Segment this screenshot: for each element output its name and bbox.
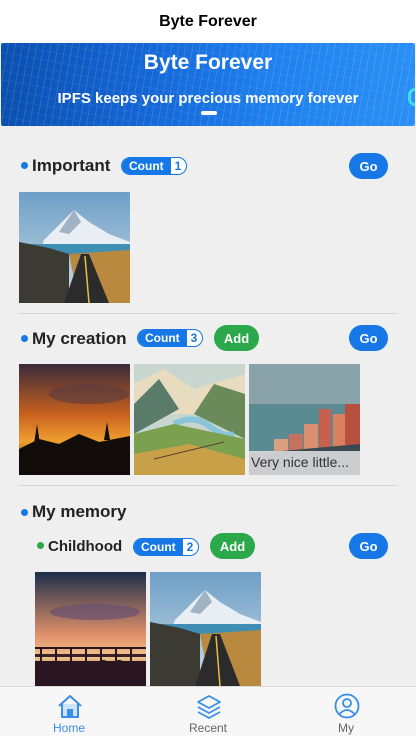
section-title: My creation	[32, 329, 127, 348]
tab-label: Recent	[188, 721, 228, 735]
tab-label: Home	[52, 721, 85, 735]
section-divider	[18, 485, 398, 486]
image-caption: Very nice little...	[249, 451, 360, 475]
banner-subtitle: IPFS keeps your precious memory forever	[57, 90, 359, 107]
go-button[interactable]: Go	[349, 533, 388, 559]
banner-carousel[interactable]: Byte Forever IPFS keeps your precious me…	[1, 43, 415, 126]
count-value: 2	[186, 540, 194, 554]
section-title: Important	[32, 156, 111, 175]
count-label: Count	[134, 539, 183, 555]
tab-recent[interactable]: Recent	[139, 687, 277, 736]
subsection-title: Childhood	[48, 538, 123, 555]
photo-thumbnail[interactable]	[134, 364, 245, 475]
count-label: Count	[138, 330, 187, 346]
bottom-tab-bar: Home Recent My	[0, 686, 416, 736]
photo-thumbnail[interactable]: Very nice little...	[249, 364, 360, 475]
carousel-indicator[interactable]	[201, 111, 217, 115]
count-badge: Count 2	[133, 538, 200, 556]
next-slide-peek	[408, 88, 415, 106]
add-button[interactable]: Add	[210, 533, 255, 559]
mountain-road-image	[150, 572, 261, 686]
go-button[interactable]: Go	[349, 153, 388, 179]
valley-painting-image	[134, 364, 245, 475]
photo-thumbnail[interactable]	[19, 192, 130, 303]
photo-thumbnail[interactable]	[150, 572, 261, 686]
home-icon	[58, 695, 82, 718]
go-button[interactable]: Go	[349, 325, 388, 351]
count-label: Count	[122, 158, 171, 174]
tab-home[interactable]: Home	[0, 687, 138, 736]
tab-my[interactable]: My	[277, 687, 415, 736]
banner-title: Byte Forever	[143, 51, 273, 74]
count-badge: Count 3	[137, 329, 204, 347]
section-title: My memory	[32, 502, 127, 521]
count-value: 3	[190, 331, 198, 345]
section-bullet	[21, 335, 28, 342]
sunset-bench-image	[35, 572, 146, 686]
section-divider	[18, 313, 398, 314]
app-title: Byte Forever	[159, 12, 257, 30]
photo-thumbnail[interactable]	[19, 364, 130, 475]
photo-thumbnail[interactable]	[35, 572, 146, 686]
layers-icon	[197, 695, 221, 719]
sunset-silhouette-image	[19, 364, 130, 475]
mountain-road-image	[19, 192, 130, 303]
tab-label: My	[338, 721, 354, 735]
count-badge: Count 1	[121, 157, 188, 175]
subsection-bullet	[37, 542, 44, 549]
user-icon	[334, 693, 360, 719]
top-bar: Byte Forever	[0, 0, 416, 43]
section-bullet	[21, 509, 28, 516]
add-button[interactable]: Add	[214, 325, 259, 351]
count-value: 1	[174, 159, 182, 173]
section-bullet	[21, 162, 28, 169]
